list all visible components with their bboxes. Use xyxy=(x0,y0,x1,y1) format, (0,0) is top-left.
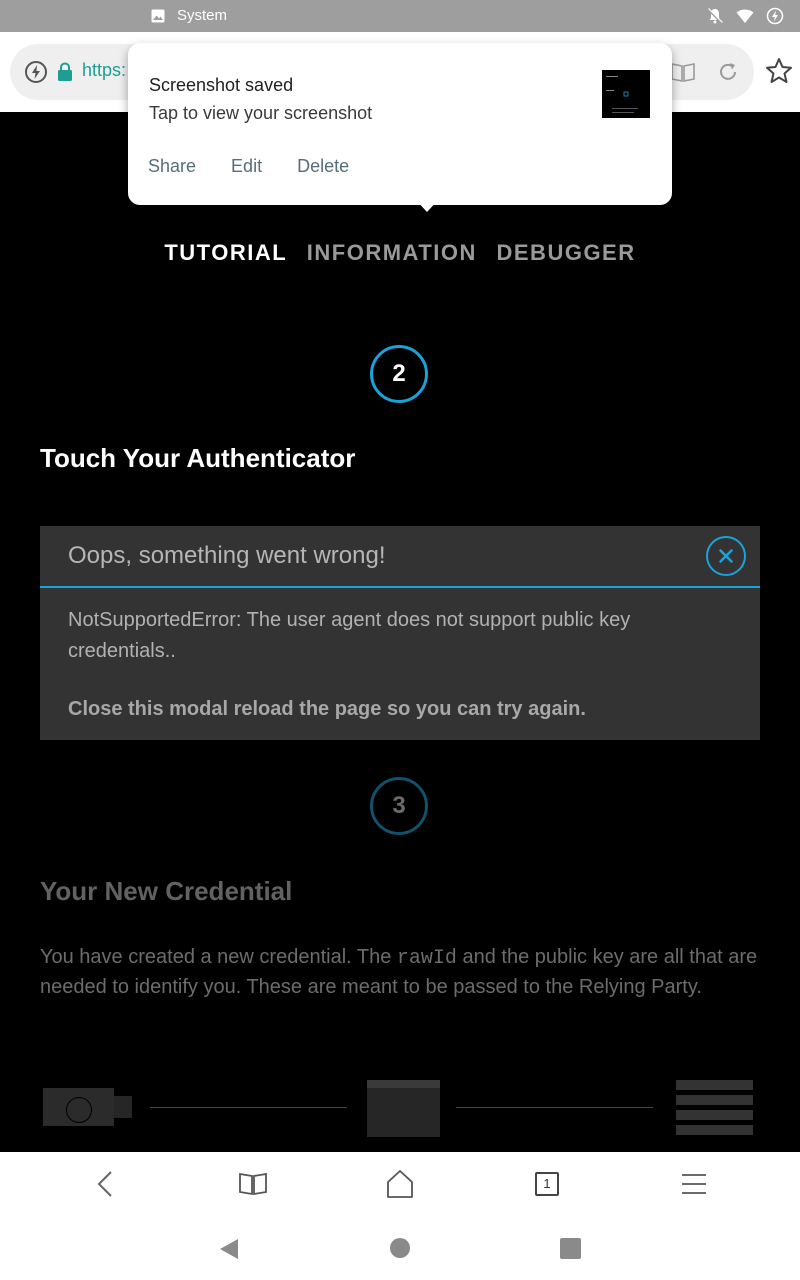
flow-line xyxy=(150,1107,347,1108)
reader-view-icon[interactable] xyxy=(670,60,696,84)
close-icon[interactable] xyxy=(719,549,733,563)
security-key-connector xyxy=(114,1096,132,1118)
tab-tutorial[interactable]: TUTORIAL xyxy=(164,240,287,266)
modal-title: Oops, something went wrong! xyxy=(68,542,386,569)
notification-pointer xyxy=(414,198,440,212)
page-content: TUTORIAL INFORMATION DEBUGGER 2 Touch Yo… xyxy=(0,112,800,1152)
edit-button[interactable]: Edit xyxy=(231,156,262,177)
tab-count-button[interactable]: 1 xyxy=(535,1172,559,1196)
error-modal: Oops, something went wrong! NotSupported… xyxy=(40,526,760,740)
home-icon[interactable] xyxy=(382,1166,418,1202)
server-rack-unit xyxy=(676,1110,753,1120)
system-home-icon[interactable] xyxy=(390,1238,410,1258)
step-2-heading: Touch Your Authenticator xyxy=(40,443,356,473)
modal-message: NotSupportedError: The user agent does n… xyxy=(68,609,631,662)
browser-illustration-bar xyxy=(367,1080,440,1088)
delete-button[interactable]: Delete xyxy=(297,156,349,177)
lightning-icon[interactable] xyxy=(24,60,48,84)
wifi-icon xyxy=(736,9,754,23)
status-icons xyxy=(706,6,784,26)
step-3-description: You have created a new credential. The r… xyxy=(40,943,770,1002)
server-rack-unit xyxy=(676,1080,753,1090)
server-rack-unit xyxy=(676,1095,753,1105)
tab-information[interactable]: INFORMATION xyxy=(307,240,477,266)
step-3-heading: Your New Credential xyxy=(40,876,293,906)
status-bar: System xyxy=(0,0,800,32)
notification-title: Screenshot saved xyxy=(149,75,294,95)
browser-bottom-bar: 1 xyxy=(0,1152,800,1216)
tab-debugger[interactable]: DEBUGGER xyxy=(497,240,636,266)
modal-close-button[interactable] xyxy=(706,536,746,576)
system-back-icon[interactable] xyxy=(218,1238,240,1260)
screenshot-notification[interactable]: Screenshot saved Tap to view your screen… xyxy=(128,43,672,205)
lock-icon[interactable] xyxy=(56,62,74,82)
url-text[interactable]: https: xyxy=(82,60,126,81)
screenshot-thumbnail[interactable] xyxy=(602,70,650,118)
bookmark-star-icon[interactable] xyxy=(764,56,794,86)
security-key-button-icon xyxy=(66,1097,92,1123)
battery-charging-icon xyxy=(766,7,784,25)
reading-list-icon[interactable] xyxy=(235,1166,271,1202)
notification-actions: Share Edit Delete xyxy=(148,156,384,177)
page-tabs: TUTORIAL INFORMATION DEBUGGER xyxy=(0,240,800,266)
thumbnail-preview-icon xyxy=(606,76,638,113)
back-icon[interactable] xyxy=(88,1166,124,1202)
description-text-start: You have created a new credential. The xyxy=(40,946,397,968)
step-3-badge: 3 xyxy=(370,777,428,835)
notification-source-label: System xyxy=(177,7,228,24)
menu-icon[interactable] xyxy=(676,1166,712,1202)
credential-flow-illustration xyxy=(0,1077,800,1152)
notifications-off-icon xyxy=(707,8,723,24)
image-icon xyxy=(151,9,165,23)
server-rack-unit xyxy=(676,1125,753,1135)
system-navigation-bar xyxy=(0,1216,800,1280)
step-2-badge: 2 xyxy=(370,345,428,403)
reload-icon[interactable] xyxy=(716,60,740,84)
rawid-code: rawId xyxy=(396,947,457,970)
modal-header: Oops, something went wrong! xyxy=(40,526,760,588)
flow-line xyxy=(456,1107,653,1108)
notification-subtitle: Tap to view your screenshot xyxy=(149,103,373,123)
modal-footer-text: Close this modal reload the page so you … xyxy=(68,698,586,720)
browser-illustration xyxy=(367,1080,440,1137)
system-recents-icon[interactable] xyxy=(560,1238,581,1259)
share-button[interactable]: Share xyxy=(148,156,196,177)
